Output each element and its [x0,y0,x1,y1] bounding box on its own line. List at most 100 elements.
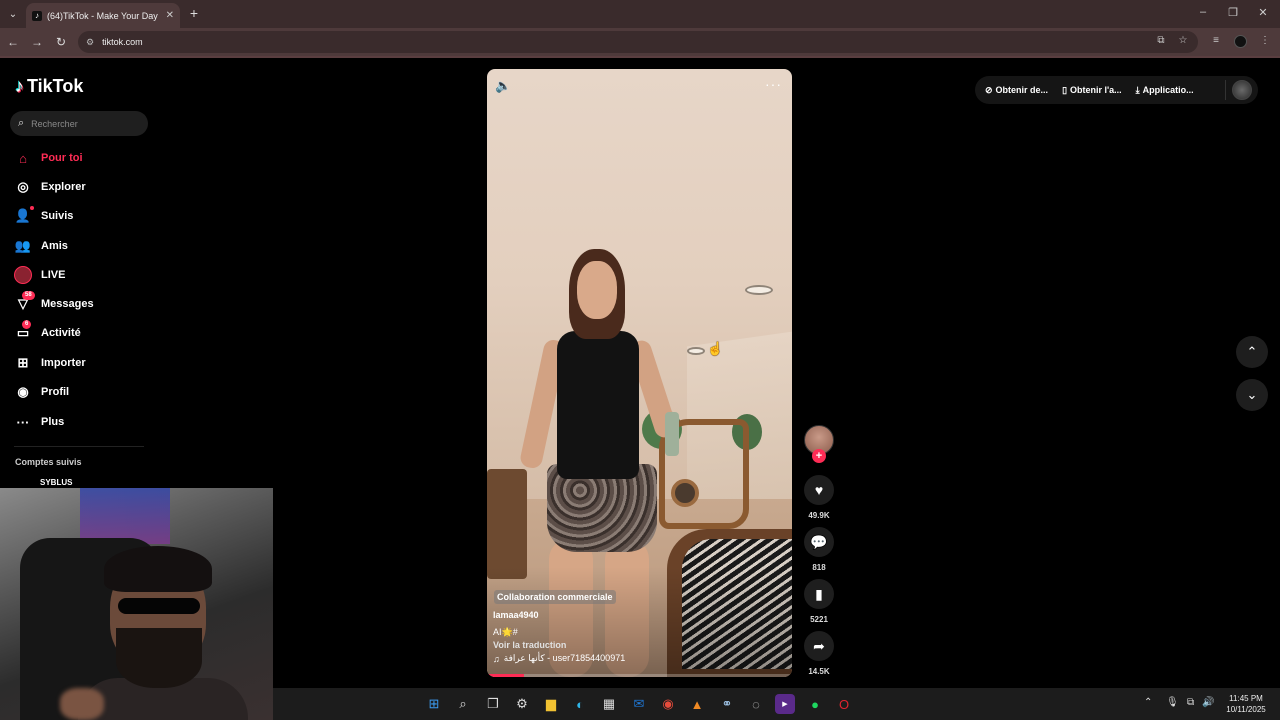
desktop-app-button[interactable]: ⤓ Applicatio... [1136,85,1194,96]
chrome-menu-icon[interactable]: ⋮ [1258,35,1272,46]
video-person-top [557,331,639,479]
video-bg-bench [487,469,527,579]
chevron-down-icon: ⌄ [1246,387,1258,402]
comment-button[interactable]: 💬 [804,527,834,557]
windows-start-icon[interactable]: ⊞ [424,694,444,714]
tiktok-logo[interactable]: ♪ TikTok [15,76,83,97]
friends-icon: 👥 [14,238,32,253]
back-icon[interactable]: ← [5,34,21,50]
tiktok-favicon-icon: ♪ [32,10,42,21]
restore-icon[interactable]: ❐ [1226,6,1240,19]
volume-icon[interactable]: 🔈 [495,78,511,94]
chrome-browser-icon[interactable]: ◉ [658,694,678,714]
followed-account[interactable]: SYBLUS [40,478,72,487]
live-icon [14,266,32,284]
media-controls-icon[interactable]: ≡ [1209,35,1223,46]
address-bar[interactable]: ⚙ tiktok.com [78,31,1198,53]
new-tab-icon[interactable]: + [186,5,202,21]
webcam-person-hair [104,546,212,592]
nav-item-profil[interactable]: ◉ Profil [14,381,69,403]
microsoft-store-icon[interactable]: ▦ [599,694,619,714]
followed-accounts-title: Comptes suivis [15,457,82,467]
nav-item-amis[interactable]: 👥 Amis [14,235,68,257]
bookmark-icon: ▮ [815,585,823,602]
brand-name: TikTok [27,76,84,96]
kick-app-icon[interactable]: ▶ [775,694,795,714]
video-caption: AI🌟# [493,627,518,637]
app-a-icon[interactable]: ▲ [687,694,707,714]
nav-item-activite[interactable]: ▭ 6 Activité [14,320,81,344]
get-app-button[interactable]: ▯ Obtenir l'a... [1062,85,1122,96]
tab-search-icon[interactable]: ⌄ [4,4,22,24]
get-app-label: Obtenir l'a... [1070,85,1122,95]
music-title: كأنها عرافة - user71854400971 [503,653,626,663]
nav-item-explorer[interactable]: ◎ Explorer [14,176,85,198]
webcam-overlay [0,488,273,720]
desktop-app-label: Applicatio... [1142,85,1194,95]
video-progress-fill [487,674,524,677]
sidebar-divider [14,446,144,447]
music-info[interactable]: ♫ كأنها عرافة - user71854400971 [493,653,625,664]
file-explorer-icon[interactable]: ▆ [541,694,561,714]
collab-badge: Collaboration commerciale [494,590,616,604]
discord-like-icon[interactable]: ◌ [746,694,766,714]
microphone-icon[interactable]: 🎙 [1166,697,1179,708]
edge-browser-icon[interactable]: ◐ [570,694,590,714]
opera-icon[interactable]: O [834,694,854,714]
follow-plus-icon[interactable]: + [812,449,826,463]
browser-frame-border [0,56,1280,58]
task-view-icon[interactable]: ❐ [483,694,503,714]
bookmark-star-icon[interactable]: ☆ [1176,35,1190,46]
site-info-icon[interactable]: ⚙ [86,37,94,48]
forward-icon[interactable]: → [29,34,45,50]
browser-toolbar: ← → ↻ ⚙ tiktok.com ⧉ ☆ ≡ ⋮ [0,28,1280,56]
video-progress-bar[interactable] [487,674,792,677]
following-icon: 👤 [14,206,34,225]
save-button[interactable]: ▮ [804,579,834,609]
next-video-button[interactable]: ⌄ [1236,379,1268,411]
nav-item-plus[interactable]: ··· Plus [14,411,65,433]
see-translation-link[interactable]: Voir la traduction [493,640,566,650]
save-count: 5221 [810,615,828,624]
install-app-icon[interactable]: ⧉ [1154,35,1168,46]
nav-item-pour-toi[interactable]: ⌂ Pour toi [14,147,83,169]
nav-item-messages[interactable]: ▽ 58 Messages [14,291,94,315]
messages-badge: 58 [22,291,35,300]
user-avatar[interactable] [1232,80,1252,100]
spotify-icon[interactable]: ● [805,694,825,714]
like-button[interactable]: ♥ [804,475,834,505]
get-coins-button[interactable]: ⊘ Obtenir de... [985,85,1048,96]
search-input[interactable] [31,118,127,129]
minimize-icon[interactable]: – [1196,6,1210,18]
previous-video-button[interactable]: ⌃ [1236,336,1268,368]
taskbar-clock[interactable]: 11:45 PM 10/11/2025 [1218,693,1274,715]
video-player[interactable]: 🔈 ··· ☝ Collaboration commerciale lamaa4… [487,69,792,677]
nav-item-live[interactable]: LIVE [14,264,65,286]
tray-overflow-icon[interactable]: ⌃ [1144,697,1152,708]
outlook-icon[interactable]: ✉ [629,694,649,714]
steam-icon[interactable]: ⚭ [717,694,737,714]
share-button[interactable]: ➦ [804,631,834,661]
speaker-icon[interactable]: 🔊 [1202,697,1214,708]
nav-item-suivis[interactable]: 👤 Suivis [14,205,73,227]
settings-gear-icon[interactable]: ⚙ [512,694,532,714]
reload-icon[interactable]: ↻ [53,34,69,50]
search-box[interactable]: ⌕ [10,111,148,136]
browser-tab-strip: ⌄ ♪ (64)TikTok - Make Your Day ✕ + – ❐ ✕ [0,0,1280,28]
video-more-icon[interactable]: ··· [765,76,782,92]
heart-icon: ♥ [814,482,824,498]
comment-count: 818 [812,563,826,572]
webcam-sunglasses [118,598,200,614]
video-author[interactable]: lamaa4940 [493,610,539,620]
webcam-neon-sign [80,488,170,544]
chrome-profile-avatar[interactable] [1234,35,1247,48]
browser-tab[interactable]: ♪ (64)TikTok - Make Your Day ✕ [26,3,180,28]
nav-label: Amis [41,240,68,252]
nav-item-importer[interactable]: ⊞ Importer [14,352,86,374]
tab-close-icon[interactable]: ✕ [166,10,174,21]
network-icon[interactable]: ⧉ [1187,697,1194,708]
taskbar-search-icon[interactable]: ⌕ [453,694,473,714]
notification-dot [30,206,34,210]
window-close-icon[interactable]: ✕ [1256,6,1270,19]
share-count: 14.5K [808,667,830,676]
